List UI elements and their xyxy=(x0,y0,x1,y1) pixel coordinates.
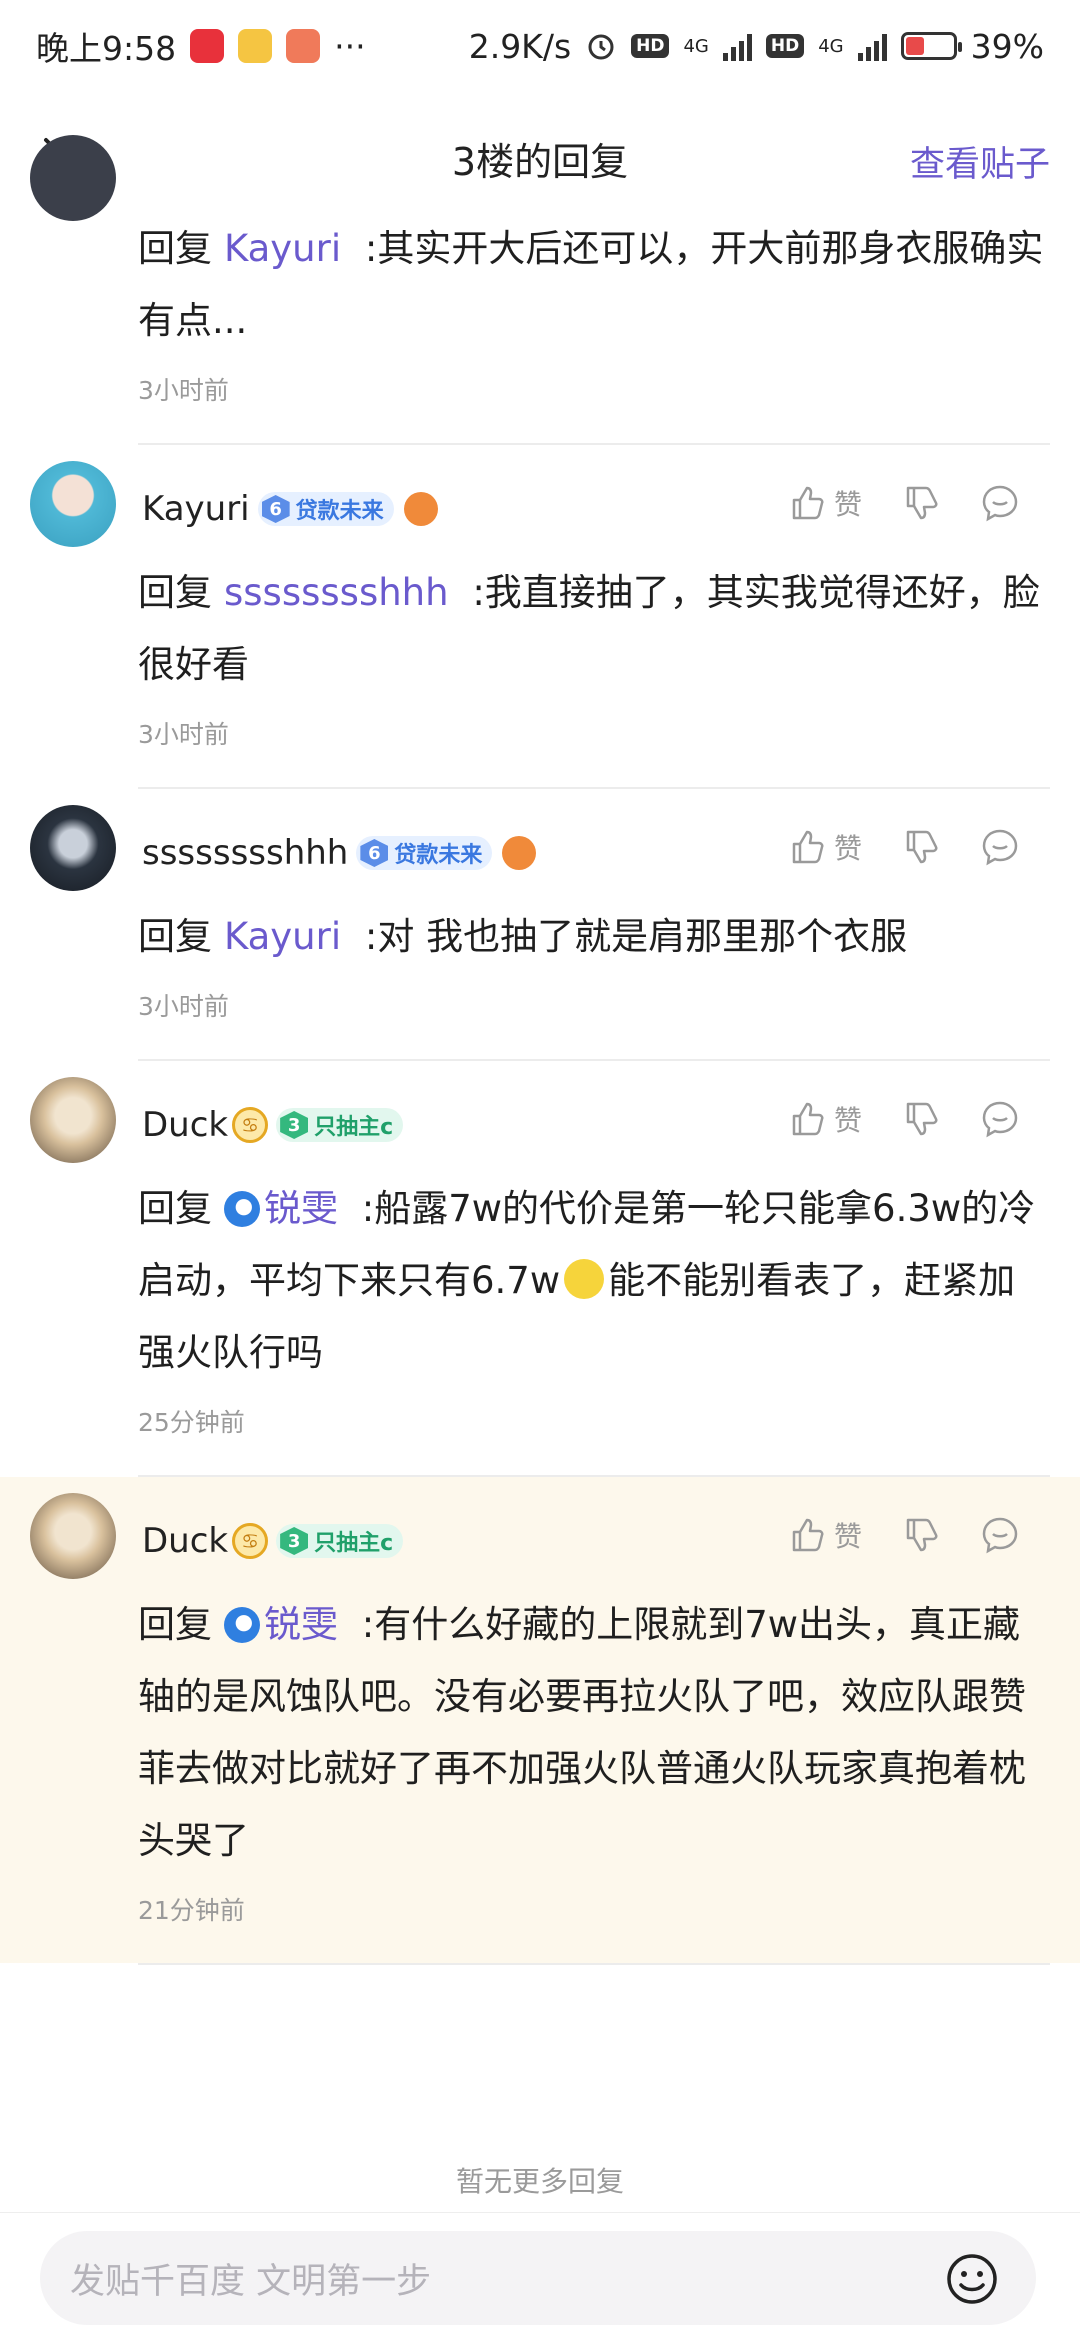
username[interactable]: Duck xyxy=(142,1105,228,1145)
alarm-icon xyxy=(588,34,614,60)
reply-item: Kayuri 6 贷款未来 赞 回复 sssssssshhh :我直接抽了，其实我觉… xyxy=(0,445,1080,787)
signal-icon xyxy=(722,31,752,61)
reply-content: 回复 Kayuri :对 我也抽了就是肩那里那个衣服 xyxy=(138,915,908,958)
comment-icon[interactable] xyxy=(980,1099,1020,1139)
network-type-label: 4G xyxy=(818,35,844,57)
reply-list: 回复 Kayuri :其实开大后还可以，开大前那身衣服确实有点... 3小时前 K… xyxy=(0,135,1080,1965)
like-button[interactable]: 赞 xyxy=(788,483,862,523)
reply-item: Duck ♋ 3 只抽主c 赞 回复 锐雯 :有什么好藏的上限就到7w出头，真正藏轴… xyxy=(0,1477,1080,1963)
reply-time: 3小时前 xyxy=(138,992,229,1021)
avatar[interactable] xyxy=(30,135,116,221)
mention-link[interactable]: Kayuri xyxy=(224,227,341,270)
notification-app-icon xyxy=(238,29,273,63)
reply-actions: 赞 xyxy=(788,1515,1020,1555)
comment-icon[interactable] xyxy=(980,1515,1020,1555)
user-mention-icon xyxy=(224,1191,260,1227)
mention-link[interactable]: 锐雯 xyxy=(224,1187,338,1230)
compose-bar: 发贴千百度 文明第一步 xyxy=(0,2212,1080,2340)
reply-item: Duck ♋ 3 只抽主c 赞 回复 锐雯 :船露7w的代价是第一轮只能拿6.3w的… xyxy=(0,1061,1080,1475)
more-notifications-icon: ··· xyxy=(334,26,366,66)
reply-time: 21分钟前 xyxy=(138,1896,245,1925)
reply-actions: 赞 xyxy=(788,1099,1020,1139)
comment-icon[interactable] xyxy=(980,827,1020,867)
zodiac-icon: ♋ xyxy=(232,1523,269,1559)
reply-content: 回复 锐雯 :船露7w的代价是第一轮只能拿6.3w的冷启动，平均下来只有6.7w 能… xyxy=(138,1187,1036,1374)
fan-badge-icon xyxy=(502,836,537,870)
no-more-replies: 暂无更多回复 xyxy=(455,2165,624,2198)
reply-content: 回复 锐雯 :有什么好藏的上限就到7w出头，真正藏轴的是风蚀队吧。没有必要再拉火队… xyxy=(138,1603,1026,1862)
thumbs-down-icon[interactable] xyxy=(902,828,940,866)
level-gem-icon: 3 xyxy=(280,1527,309,1555)
level-badge: 3 只抽主c xyxy=(276,1524,404,1558)
avatar[interactable] xyxy=(30,805,116,891)
thumbs-up-icon xyxy=(792,486,824,520)
level-badge: 6 贷款未来 xyxy=(356,836,493,870)
fan-badge-icon xyxy=(403,492,438,526)
battery-percent: 39% xyxy=(970,26,1044,66)
thinking-emoji-icon xyxy=(564,1259,605,1299)
battery-icon xyxy=(900,32,962,60)
notification-app-icon xyxy=(286,29,321,63)
mention-link[interactable]: Kayuri xyxy=(224,915,341,958)
compose-input[interactable]: 发贴千百度 文明第一步 xyxy=(40,2231,1036,2325)
thumbs-up-icon xyxy=(792,1518,824,1552)
emoji-icon[interactable] xyxy=(944,2251,1000,2307)
reply-item: 回复 Kayuri :其实开大后还可以，开大前那身衣服确实有点... 3小时前 xyxy=(0,135,1080,443)
username[interactable]: Duck xyxy=(142,1521,228,1561)
username[interactable]: sssssssshhh xyxy=(142,833,348,873)
thumbs-up-icon xyxy=(792,830,824,864)
like-button[interactable]: 赞 xyxy=(788,1099,862,1139)
reply-time: 3小时前 xyxy=(138,720,229,749)
compose-placeholder: 发贴千百度 文明第一步 xyxy=(70,2261,432,2302)
comment-icon[interactable] xyxy=(980,483,1020,523)
notification-app-icon xyxy=(190,29,225,63)
thumbs-down-icon[interactable] xyxy=(902,1100,940,1138)
level-badge: 6 贷款未来 xyxy=(257,492,394,526)
avatar[interactable] xyxy=(30,461,116,547)
reply-actions: 赞 xyxy=(788,827,1020,867)
avatar[interactable] xyxy=(30,1077,116,1163)
thumbs-down-icon[interactable] xyxy=(902,484,940,522)
thumbs-up-icon xyxy=(792,1102,824,1136)
reply-item: sssssssshhh 6 贷款未来 赞 回复 Kayuri :对 我也抽了就是肩那… xyxy=(0,789,1080,1059)
status-bar: 晚上9:58 ··· 2.9K/s HD 4G HD 4G 39% xyxy=(0,0,1080,92)
hd-icon: HD xyxy=(631,34,670,58)
avatar[interactable] xyxy=(30,1493,116,1579)
reply-content: 回复 Kayuri :其实开大后还可以，开大前那身衣服确实有点... xyxy=(138,227,1044,342)
zodiac-icon: ♋ xyxy=(232,1107,269,1143)
username[interactable]: Kayuri xyxy=(142,489,250,529)
level-gem-icon: 6 xyxy=(261,495,290,523)
network-type-label: 4G xyxy=(683,35,709,57)
status-time: 晚上9:58 xyxy=(36,29,177,68)
mention-link[interactable]: 锐雯 xyxy=(224,1603,338,1646)
reply-content: 回复 sssssssshhh :我直接抽了，其实我觉得还好，脸很好看 xyxy=(138,571,1040,686)
user-mention-icon xyxy=(224,1607,260,1643)
network-speed: 2.9K/s xyxy=(468,26,572,66)
level-gem-icon: 6 xyxy=(360,839,389,867)
reply-time: 3小时前 xyxy=(138,376,229,405)
signal-icon xyxy=(857,31,887,61)
like-button[interactable]: 赞 xyxy=(788,1515,862,1555)
like-button[interactable]: 赞 xyxy=(788,827,862,867)
reply-actions: 赞 xyxy=(788,483,1020,523)
reply-time: 25分钟前 xyxy=(138,1408,245,1437)
level-badge: 3 只抽主c xyxy=(276,1108,404,1142)
divider xyxy=(138,1963,1050,1965)
mention-link[interactable]: sssssssshhh xyxy=(224,571,449,614)
hd-icon: HD xyxy=(765,34,805,58)
thumbs-down-icon[interactable] xyxy=(902,1516,940,1554)
level-gem-icon: 3 xyxy=(280,1111,309,1139)
